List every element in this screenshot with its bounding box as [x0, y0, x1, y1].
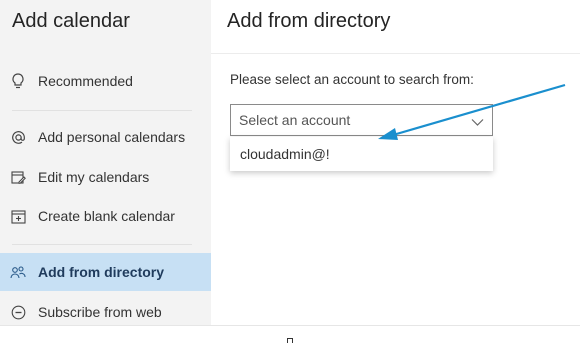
divider: [12, 110, 192, 111]
account-select[interactable]: Select an account: [230, 104, 493, 136]
sidebar-item-label: Add personal calendars: [38, 129, 186, 145]
account-select-placeholder: Select an account: [239, 112, 351, 128]
resize-handle: [287, 338, 293, 343]
account-dropdown-option[interactable]: cloudadmin@!: [230, 137, 493, 171]
chevron-down-icon: [471, 114, 484, 130]
sidebar-item-create-blank-calendar[interactable]: Create blank calendar: [0, 197, 211, 235]
sidebar-item-edit-my-calendars[interactable]: Edit my calendars: [0, 158, 211, 196]
sidebar-title: Add calendar: [12, 10, 130, 32]
account-prompt-label: Please select an account to search from:: [230, 72, 474, 87]
edit-calendar-icon: [10, 169, 26, 185]
sidebar-item-label: Recommended: [38, 73, 133, 89]
page-title: Add from directory: [227, 10, 391, 32]
people-icon: [10, 264, 26, 280]
at-sign-icon: [10, 129, 26, 145]
lightbulb-icon: [10, 73, 26, 89]
sidebar-item-label: Subscribe from web: [38, 304, 162, 320]
main-panel: Add from directory Please select an acco…: [211, 0, 580, 343]
divider: [211, 53, 580, 54]
sidebar: Add calendar Recommended Add personal ca…: [0, 0, 211, 325]
account-option-label: cloudadmin@!: [240, 146, 330, 162]
sidebar-item-recommended[interactable]: Recommended: [0, 62, 211, 100]
link-icon: [10, 304, 26, 320]
sidebar-item-label: Add from directory: [38, 264, 165, 280]
sidebar-item-label: Create blank calendar: [38, 208, 175, 224]
sidebar-item-label: Edit my calendars: [38, 169, 150, 185]
divider: [12, 244, 192, 245]
sidebar-item-add-from-directory[interactable]: Add from directory: [0, 253, 211, 291]
calendar-plus-icon: [10, 208, 26, 224]
sidebar-item-add-personal-calendars[interactable]: Add personal calendars: [0, 118, 211, 156]
